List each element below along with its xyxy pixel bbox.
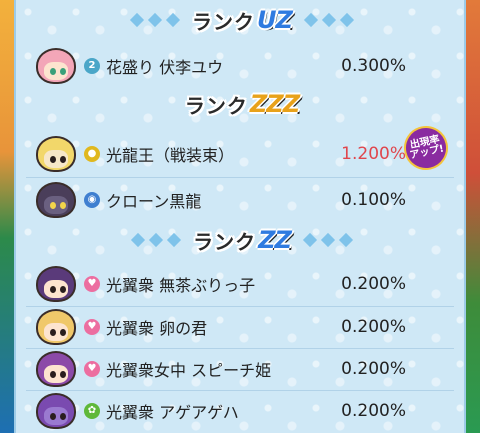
rank-header-zz: ランク ZZ [16, 222, 468, 258]
list-item[interactable]: ♥ 光翼衆 卵の君 0.200% [16, 307, 468, 347]
tribe-frog-icon: ◉ [84, 192, 100, 208]
character-avatar [36, 351, 76, 387]
tribe-heart-icon: ♥ [84, 276, 100, 292]
diamond-decoration-left [131, 232, 182, 248]
rank-code: UZ [257, 6, 293, 34]
rank-title: ランク ZZ [193, 226, 292, 255]
character-avatar [36, 48, 76, 84]
rank-title: ランク UZ [192, 6, 293, 35]
character-name: クローン黒龍 [106, 192, 202, 211]
diamond-decoration-right [303, 12, 355, 28]
drop-rate: 0.200% [341, 359, 406, 379]
list-item[interactable]: ◉ クローン黒龍 0.100% [16, 180, 468, 220]
drop-rate: 0.200% [341, 401, 406, 421]
row-divider [26, 177, 454, 178]
rank-title: ランク ZZZ [184, 90, 300, 119]
rank-code: ZZZ [249, 90, 300, 118]
tribe-clover-icon: ✿ [84, 403, 100, 419]
drop-rate: 1.200% [341, 144, 406, 164]
character-name: 花盛り 伏李ユウ [106, 58, 224, 77]
rate-up-badge: 出現率 アップ! [399, 121, 453, 175]
left-border-decoration [0, 0, 14, 433]
rank-word: ランク [192, 9, 256, 34]
character-avatar [36, 136, 76, 172]
list-item[interactable]: ♥ 光翼衆女中 スピーチ姫 0.200% [16, 349, 468, 389]
drop-rate: 0.200% [341, 274, 406, 294]
character-avatar [36, 309, 76, 345]
character-avatar [36, 393, 76, 429]
list-item[interactable]: 2 花盛り 伏李ユウ 0.300% [16, 46, 468, 86]
rank-header-zzz: ランク ZZZ [16, 86, 468, 122]
tribe-spiral-icon: 2 [84, 58, 100, 74]
character-avatar [36, 266, 76, 302]
list-item[interactable]: ✿ 光翼衆 アゲアゲハ 0.200% [16, 391, 468, 431]
character-name: 光翼衆 卵の君 [106, 319, 208, 338]
list-item[interactable]: ♥ 光翼衆 無茶ぶりっ子 0.200% [16, 264, 468, 304]
character-avatar [36, 182, 76, 218]
drop-rate: 0.200% [341, 317, 406, 337]
character-name: 光翼衆 無茶ぶりっ子 [106, 276, 256, 295]
rank-header-uz: ランク UZ [16, 2, 468, 38]
drop-rate: 0.100% [341, 190, 406, 210]
rank-word: ランク [184, 93, 248, 118]
list-item[interactable]: ● 光龍王（戦装束） 1.200% 出現率 アップ! [16, 121, 468, 175]
rank-code: ZZ [258, 226, 292, 254]
drop-rate: 0.300% [341, 56, 406, 76]
diamond-decoration-right [302, 232, 353, 248]
tribe-heart-icon: ♥ [84, 361, 100, 377]
right-border-decoration [466, 0, 480, 433]
character-name: 光翼衆 アゲアゲハ [106, 403, 239, 422]
rank-word: ランク [193, 229, 257, 254]
tribe-heart-icon: ♥ [84, 319, 100, 335]
diamond-decoration-left [129, 12, 181, 28]
character-name: 光龍王（戦装束） [106, 146, 235, 165]
drop-rate-list-panel[interactable]: ランク UZ 2 花盛り 伏李ユウ 0.300% ランク ZZZ ● 光龍王（戦… [14, 0, 466, 433]
character-name: 光翼衆女中 スピーチ姫 [106, 361, 272, 380]
tribe-bulb-icon: ● [84, 146, 100, 162]
